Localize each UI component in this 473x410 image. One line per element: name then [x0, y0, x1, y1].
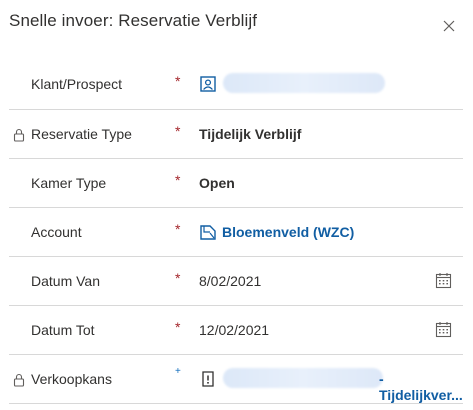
field-row-kamer-type: Kamer Type * Open	[9, 159, 463, 208]
field-label: Kamer Type	[31, 175, 107, 191]
calendar-icon[interactable]	[435, 321, 452, 338]
quick-create-form: Klant/Prospect * Reservatie Type * Tijde…	[9, 60, 463, 404]
field-label: Datum Van	[31, 273, 100, 289]
dialog-title: Snelle invoer: Reservatie Verblijf	[9, 11, 258, 30]
dialog-header: Snelle invoer: Reservatie Verblijf	[0, 0, 473, 50]
kamer-type-value[interactable]: Open	[199, 175, 235, 191]
required-indicator: *	[175, 172, 181, 188]
required-indicator: *	[175, 319, 181, 335]
field-label: Klant/Prospect	[31, 76, 123, 92]
field-row-datum-van: Datum Van * 8/02/2021	[9, 257, 463, 306]
verkoopkans-lookup-value[interactable]	[223, 368, 383, 388]
field-row-klant-prospect: Klant/Prospect *	[9, 60, 463, 110]
field-row-reservatie-type: Reservatie Type * Tijdelijk Verblijf	[9, 110, 463, 159]
field-row-account: Account * Bloemenveld (WZC)	[9, 208, 463, 257]
required-indicator: *	[175, 123, 181, 139]
calendar-icon[interactable]	[435, 272, 452, 289]
field-label: Verkoopkans	[31, 371, 112, 387]
required-indicator: *	[175, 221, 181, 237]
lock-icon	[13, 373, 25, 387]
field-label: Datum Tot	[31, 322, 95, 338]
klant-prospect-lookup-value[interactable]	[223, 73, 385, 93]
datum-tot-input[interactable]: 12/02/2021	[199, 322, 269, 338]
field-label: Reservatie Type	[31, 126, 132, 142]
field-row-verkoopkans: Verkoopkans + - Tijdelijkver...	[9, 355, 463, 404]
verkoopkans-lookup-link[interactable]: - Tijdelijkver...	[379, 371, 463, 403]
lock-icon	[13, 128, 25, 142]
contact-icon	[200, 76, 216, 92]
datum-van-input[interactable]: 8/02/2021	[199, 273, 261, 289]
field-label: Account	[31, 224, 82, 240]
close-icon[interactable]	[441, 18, 457, 34]
reservatie-type-value: Tijdelijk Verblijf	[199, 126, 302, 142]
required-indicator: *	[175, 73, 181, 89]
required-indicator: *	[175, 270, 181, 286]
opportunity-icon	[202, 371, 214, 387]
recommended-indicator: +	[175, 366, 181, 377]
field-row-datum-tot: Datum Tot * 12/02/2021	[9, 306, 463, 355]
account-icon	[200, 225, 216, 240]
account-lookup-link[interactable]: Bloemenveld (WZC)	[222, 224, 354, 240]
